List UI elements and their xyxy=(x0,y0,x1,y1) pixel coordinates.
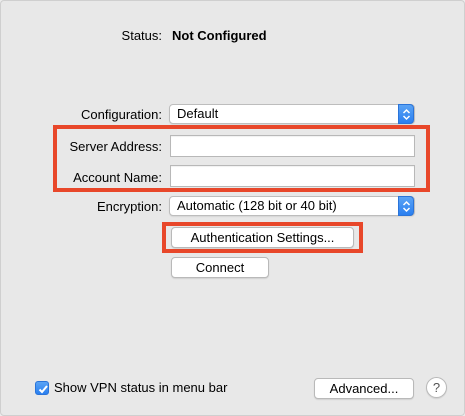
encryption-popup[interactable]: Automatic (128 bit or 40 bit) xyxy=(169,196,415,216)
advanced-button[interactable]: Advanced... xyxy=(314,378,414,399)
configuration-popup[interactable]: Default xyxy=(169,104,415,124)
authentication-settings-button[interactable]: Authentication Settings... xyxy=(171,227,354,248)
server-address-field[interactable] xyxy=(170,135,415,157)
checkmark-icon xyxy=(38,385,48,394)
status-value: Not Configured xyxy=(172,28,267,43)
show-vpn-status-label[interactable]: Show VPN status in menu bar xyxy=(54,380,227,395)
chevron-up-down-icon xyxy=(398,196,414,216)
configuration-label: Configuration: xyxy=(81,107,162,122)
account-name-field[interactable] xyxy=(170,165,415,187)
question-icon: ? xyxy=(432,380,441,395)
encryption-popup-value: Automatic (128 bit or 40 bit) xyxy=(177,198,337,213)
server-address-label: Server Address: xyxy=(69,139,163,154)
status-label: Status: xyxy=(121,28,162,43)
vpn-settings-panel: Status: Not Configured Configuration: De… xyxy=(0,0,465,416)
encryption-label: Encryption: xyxy=(96,199,162,214)
chevron-up-down-icon xyxy=(398,104,414,124)
help-button[interactable]: ? xyxy=(426,377,447,398)
show-vpn-status-checkbox[interactable] xyxy=(35,381,49,395)
configuration-popup-value: Default xyxy=(177,106,219,121)
connect-button[interactable]: Connect xyxy=(171,257,269,278)
account-name-label: Account Name: xyxy=(73,170,162,185)
